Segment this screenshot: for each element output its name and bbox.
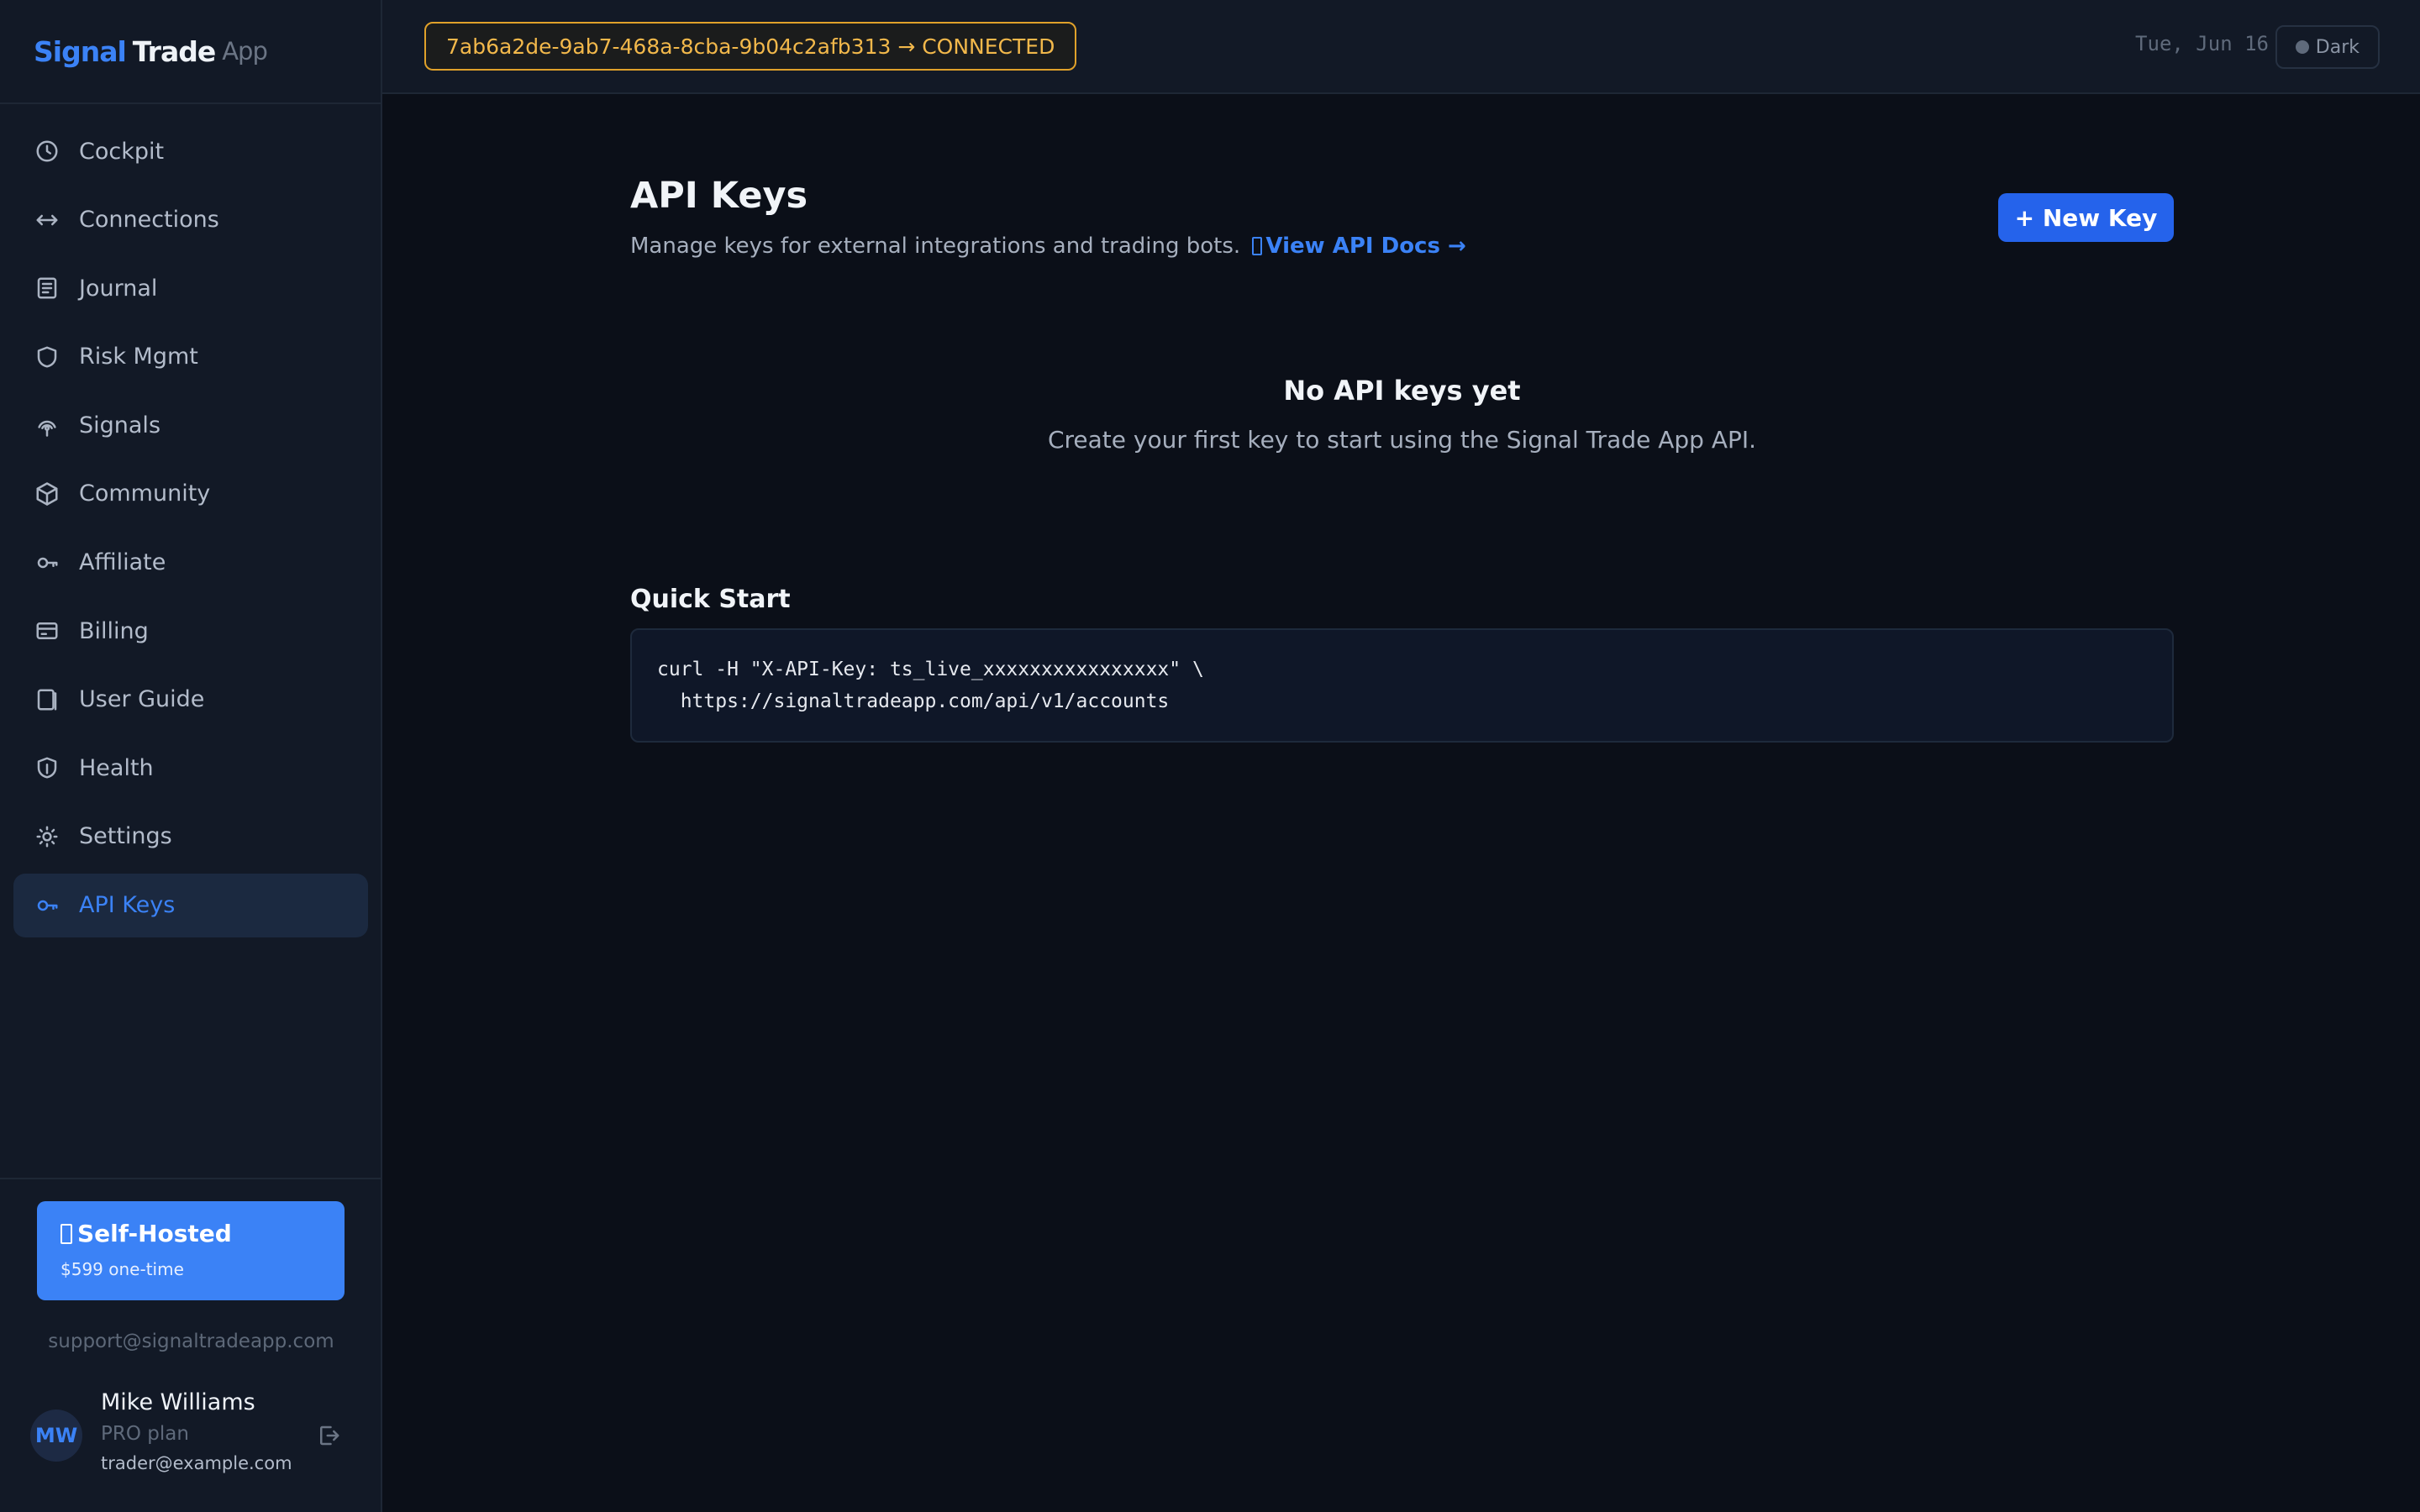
sidebar-item-billing[interactable]: Billing [13,599,368,663]
sidebar-item-label: Community [79,480,211,507]
sidebar-item-user-guide[interactable]: User Guide [13,668,368,732]
promo-title: Self-Hosted [60,1220,321,1247]
credit-card-icon [34,617,60,644]
sidebar-nav: Cockpit Connections Journal Risk Mgmt Si… [13,119,368,942]
sidebar-item-affiliate[interactable]: Affiliate [13,531,368,595]
sidebar-item-label: Risk Mgmt [79,344,198,370]
cube-icon [34,480,60,507]
sidebar-item-label: Billing [79,617,149,644]
sidebar-item-label: Connections [79,207,219,234]
brand-signal: Signal [34,34,127,68]
new-key-button[interactable]: + New Key [1998,193,2174,242]
promo-title-text: Self-Hosted [77,1220,232,1247]
current-date: Tue, Jun 16 [2135,32,2269,55]
sidebar-item-signals[interactable]: Signals [13,393,368,457]
quick-start-code-block[interactable]: curl -H "X-API-Key: ts_live_xxxxxxxxxxxx… [630,628,2174,743]
sidebar-item-connections[interactable]: Connections [13,188,368,252]
sidebar-footer: Self-Hosted $599 one-time support@signal… [0,1178,382,1512]
sidebar-item-label: Signals [79,412,161,438]
self-hosted-promo-button[interactable]: Self-Hosted $599 one-time [37,1201,345,1300]
connection-status-badge[interactable]: 7ab6a2de-9ab7-468a-8cba-9b04c2afb313 → C… [424,22,1077,71]
arrows-horizontal-icon [34,207,60,234]
user-email: trader@example.com [101,1453,292,1473]
brand-logo[interactable]: Signal Trade App [0,0,381,104]
brand-app: App [222,37,268,66]
key-icon [34,549,60,576]
sidebar-item-settings[interactable]: Settings [13,805,368,869]
journal-icon [34,275,60,302]
sidebar-item-cockpit[interactable]: Cockpit [13,119,368,183]
sidebar-item-label: Health [79,754,154,781]
clock-icon [34,138,60,165]
sidebar-item-journal[interactable]: Journal [13,256,368,320]
empty-state-title: No API keys yet [1283,375,1521,407]
top-bar: 7ab6a2de-9ab7-468a-8cba-9b04c2afb313 → C… [382,0,2420,94]
main-content: API Keys Manage keys for external integr… [382,94,2420,1512]
user-plan: PRO plan [101,1423,189,1445]
user-profile: MW Mike Williams PRO plan trader@example… [30,1389,358,1482]
avatar[interactable]: MW [30,1410,82,1462]
support-email-link[interactable]: support@signaltradeapp.com [0,1331,382,1352]
sidebar-item-risk-mgmt[interactable]: Risk Mgmt [13,325,368,389]
sidebar: Signal Trade App Cockpit Connections Jou… [0,0,382,1512]
sidebar-item-health[interactable]: Health [13,736,368,800]
view-api-docs-label: View API Docs → [1265,234,1466,259]
user-name: Mike Williams [101,1389,255,1415]
quick-start-heading: Quick Start [630,585,791,614]
sidebar-item-label: Affiliate [79,549,166,576]
sidebar-item-label: User Guide [79,686,205,713]
page-subtitle: Manage keys for external integrations an… [630,234,1466,259]
logout-icon[interactable] [316,1423,343,1450]
sidebar-item-community[interactable]: Community [13,462,368,526]
theme-label: Dark [2315,36,2360,58]
book-icon [1252,237,1263,255]
broadcast-icon [34,412,60,438]
sidebar-item-label: Cockpit [79,138,165,165]
promo-price: $599 one-time [60,1259,184,1279]
sidebar-item-label: API Keys [79,892,176,919]
shield-icon [34,344,60,370]
heart-shield-icon [34,754,60,781]
brand-trade: Trade [132,34,216,68]
view-api-docs-link[interactable]: View API Docs → [1247,234,1466,259]
sidebar-item-label: Journal [79,275,158,302]
app-root: Signal Trade App Cockpit Connections Jou… [0,0,2420,1512]
server-icon [60,1223,72,1244]
theme-toggle-button[interactable]: Dark [2275,25,2380,69]
page-title: API Keys [630,175,808,217]
empty-state-subtitle: Create your first key to start using the… [1047,426,1757,454]
sidebar-item-api-keys[interactable]: API Keys [13,873,368,937]
sidebar-item-label: Settings [79,823,172,850]
page-subtitle-text: Manage keys for external integrations an… [630,234,1241,259]
theme-dot-icon [2295,40,2309,54]
book-icon [34,686,60,713]
key-icon [34,892,60,919]
sun-gear-icon [34,823,60,850]
